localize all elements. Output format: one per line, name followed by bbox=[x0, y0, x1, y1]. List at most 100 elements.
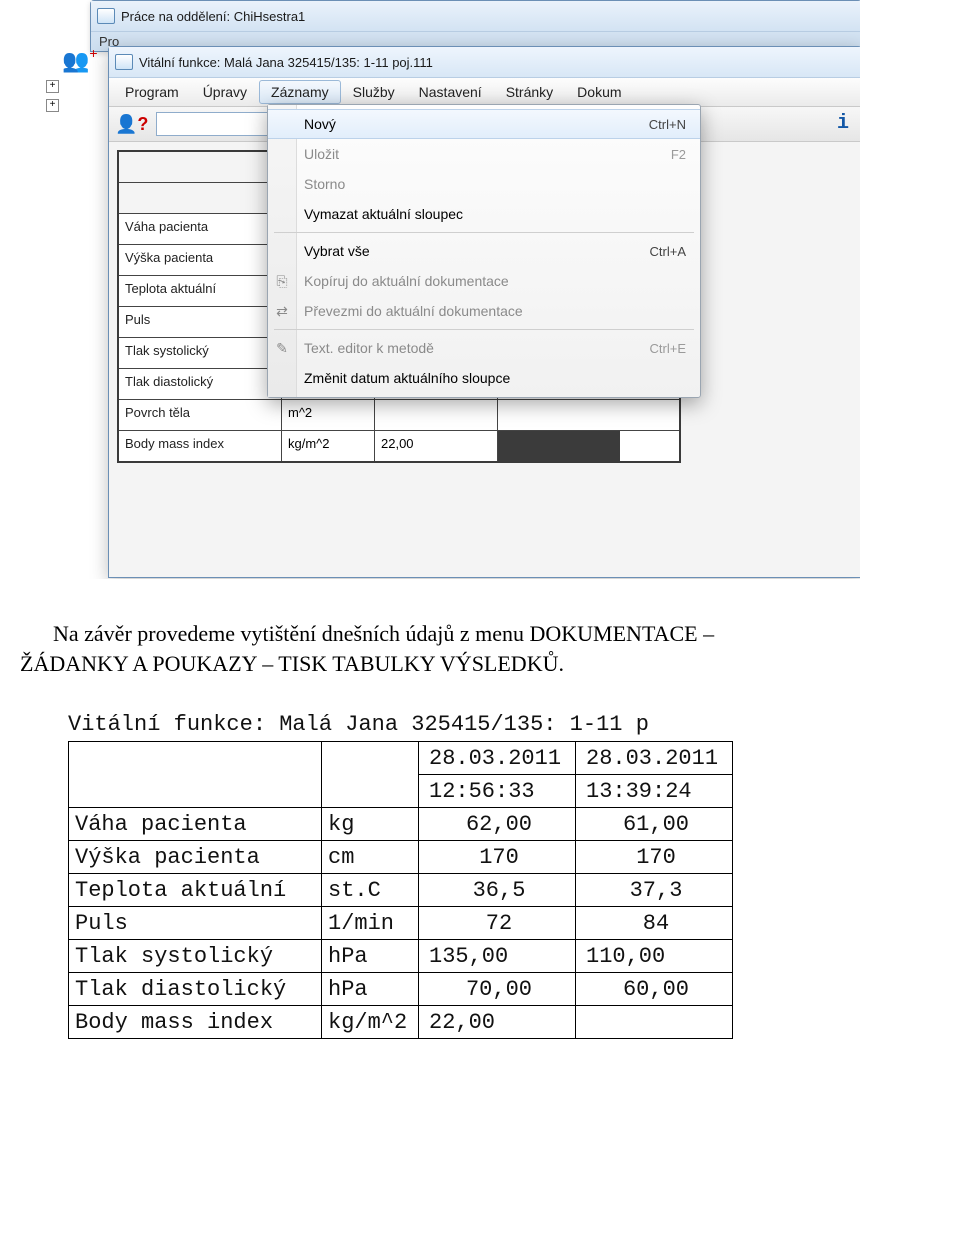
table-row: Váha pacientakg62,0061,00 bbox=[69, 808, 733, 841]
row-label: Váha pacienta bbox=[119, 214, 282, 244]
child-titlebar: Vitální funkce: Malá Jana 325415/135: 1-… bbox=[109, 47, 860, 78]
table-row: Výška pacientacm170170 bbox=[69, 841, 733, 874]
menu-item-vybrat-v-e[interactable]: Vybrat všeCtrl+A bbox=[268, 236, 700, 266]
menu-záznamy[interactable]: Záznamy bbox=[259, 80, 341, 104]
row-label: Výška pacienta bbox=[69, 841, 322, 874]
menu-item-nov-[interactable]: Nový Ctrl+N bbox=[268, 109, 700, 139]
menu-item-label: Nový bbox=[304, 116, 336, 132]
row-unit: st.C bbox=[322, 874, 419, 907]
child-window: Vitální funkce: Malá Jana 325415/135: 1-… bbox=[108, 46, 860, 578]
menu-dokum[interactable]: Dokum bbox=[565, 80, 633, 104]
row-unit: hPa bbox=[322, 940, 419, 973]
row-label: Body mass index bbox=[69, 1006, 322, 1039]
menu-item-label: Vymazat aktuální sloupec bbox=[304, 206, 463, 222]
row-label: Puls bbox=[69, 907, 322, 940]
menu-item-zm-nit-datum-aktu-ln-ho-sloupce[interactable]: Změnit datum aktuálního sloupce bbox=[268, 363, 700, 393]
row-unit: kg bbox=[322, 808, 419, 841]
row-unit: m^2 bbox=[282, 400, 375, 430]
table-row: Teplota aktuálníst.C36,537,3 bbox=[69, 874, 733, 907]
cell-value: 36,5 bbox=[419, 874, 576, 907]
row-label: Tlak diastolický bbox=[69, 973, 322, 1006]
row-label: Tlak diastolický bbox=[119, 369, 282, 399]
cell-value[interactable] bbox=[375, 400, 498, 430]
cell-value: 72 bbox=[419, 907, 576, 940]
parent-titlebar: Práce na oddělení: ChiHsestra1 bbox=[91, 1, 860, 32]
output-title: Vitální funkce: Malá Jana 325415/135: 1-… bbox=[68, 712, 960, 737]
copy-icon: ⎘ bbox=[274, 273, 290, 289]
row-unit: 1/min bbox=[322, 907, 419, 940]
menu-item-storno: Storno bbox=[268, 169, 700, 199]
menu-item-ulo-it: Uložit F2 bbox=[268, 139, 700, 169]
menu-shortcut: Ctrl+E bbox=[650, 341, 686, 356]
row-unit: hPa bbox=[322, 973, 419, 1006]
row-label bbox=[119, 183, 282, 213]
tree-expand-icon[interactable]: + bbox=[46, 99, 59, 112]
info-icon[interactable]: i bbox=[831, 112, 855, 136]
menu-program[interactable]: Program bbox=[113, 80, 191, 104]
cell-value: 37,3 bbox=[576, 874, 733, 907]
menu-item-label: Vybrat vše bbox=[304, 243, 370, 259]
menu-item-vymazat-aktu-ln-sloupec[interactable]: Vymazat aktuální sloupec bbox=[268, 199, 700, 229]
cell-value[interactable] bbox=[498, 400, 620, 430]
screenshot-region: Práce na oddělení: ChiHsestra1 Pro 👥+ + … bbox=[30, 0, 860, 579]
row-unit: kg/m^2 bbox=[322, 1006, 419, 1039]
row-unit: kg/m^2 bbox=[282, 431, 375, 461]
doc-line-2: ŽÁDANKY A POUKAZY – TISK TABULKY VÝSLEDK… bbox=[20, 651, 564, 676]
table-row: Tlak diastolickýhPa70,0060,00 bbox=[69, 973, 733, 1006]
row-label: Teplota aktuální bbox=[119, 276, 282, 306]
cell-value: 61,00 bbox=[576, 808, 733, 841]
menu-item-kop-ruj-do-aktu-ln-dokumentace: ⎘ Kopíruj do aktuální dokumentace bbox=[268, 266, 700, 296]
cell-value[interactable]: 22,00 bbox=[375, 431, 498, 461]
menu-úpravy[interactable]: Úpravy bbox=[191, 80, 259, 104]
child-window-title: Vitální funkce: Malá Jana 325415/135: 1-… bbox=[139, 55, 433, 70]
cell-value: 110,00 bbox=[576, 940, 733, 973]
menu-služby[interactable]: Služby bbox=[341, 80, 407, 104]
col-date-2: 28.03.2011 bbox=[576, 742, 733, 775]
menu-item-text-editor-k-metod-: ✎Text. editor k metoděCtrl+E bbox=[268, 333, 700, 363]
menu-item-label: Kopíruj do aktuální dokumentace bbox=[304, 273, 509, 289]
left-tree-gutter: 👥+ + + bbox=[40, 48, 110, 208]
row-label: Tlak systolický bbox=[69, 940, 322, 973]
menu-shortcut: F2 bbox=[671, 147, 686, 162]
people-plus-icon: 👥+ bbox=[62, 48, 110, 74]
col-date-1: 28.03.2011 bbox=[419, 742, 576, 775]
menu-item-label: Uložit bbox=[304, 146, 339, 162]
cell-value: 170 bbox=[419, 841, 576, 874]
table-row: Povrch tělam^2 bbox=[119, 399, 679, 430]
col-time-1: 12:56:33 bbox=[419, 775, 576, 808]
row-label: Váha pacienta bbox=[69, 808, 322, 841]
row-label: Povrch těla bbox=[119, 400, 282, 430]
arrow-icon: ⇄ bbox=[274, 303, 290, 319]
menu-item-label: Převezmi do aktuální dokumentace bbox=[304, 303, 523, 319]
cell-value: 22,00 bbox=[419, 1006, 576, 1039]
row-unit: cm bbox=[322, 841, 419, 874]
cell-value: 62,00 bbox=[419, 808, 576, 841]
output-table: 28.03.2011 28.03.2011 12:56:33 13:39:24 … bbox=[68, 741, 733, 1039]
table-row: Puls1/min7284 bbox=[69, 907, 733, 940]
menu-nastavení[interactable]: Nastavení bbox=[407, 80, 494, 104]
row-label: Tlak systolický bbox=[119, 338, 282, 368]
row-label: Body mass index bbox=[119, 431, 282, 461]
cell-value: 135,00 bbox=[419, 940, 576, 973]
menu-separator bbox=[274, 232, 694, 233]
menu-stránky[interactable]: Stránky bbox=[494, 80, 565, 104]
cell-value: 170 bbox=[576, 841, 733, 874]
output-section: Vitální funkce: Malá Jana 325415/135: 1-… bbox=[68, 712, 960, 1039]
menu-shortcut: Ctrl+N bbox=[649, 117, 686, 132]
help-icon[interactable]: 👤? bbox=[115, 114, 148, 135]
doc-line-1: Na závěr provedeme vytištění dnešních úd… bbox=[53, 621, 714, 646]
document-paragraph: Na závěr provedeme vytištění dnešních úd… bbox=[20, 619, 940, 678]
cell-value bbox=[576, 1006, 733, 1039]
row-label: Výška pacienta bbox=[119, 245, 282, 275]
table-row: Body mass indexkg/m^222,00 bbox=[119, 430, 679, 461]
menubar: ProgramÚpravyZáznamySlužbyNastaveníStrán… bbox=[109, 78, 860, 107]
tree-expand-icon[interactable]: + bbox=[46, 80, 59, 93]
row-label: Puls bbox=[119, 307, 282, 337]
cell-value[interactable] bbox=[498, 431, 620, 461]
pen-icon: ✎ bbox=[274, 340, 290, 356]
menu-item-label: Změnit datum aktuálního sloupce bbox=[304, 370, 510, 386]
cell-value: 84 bbox=[576, 907, 733, 940]
menu-separator bbox=[274, 329, 694, 330]
cell-value: 70,00 bbox=[419, 973, 576, 1006]
table-row: Tlak systolickýhPa135,00110,00 bbox=[69, 940, 733, 973]
